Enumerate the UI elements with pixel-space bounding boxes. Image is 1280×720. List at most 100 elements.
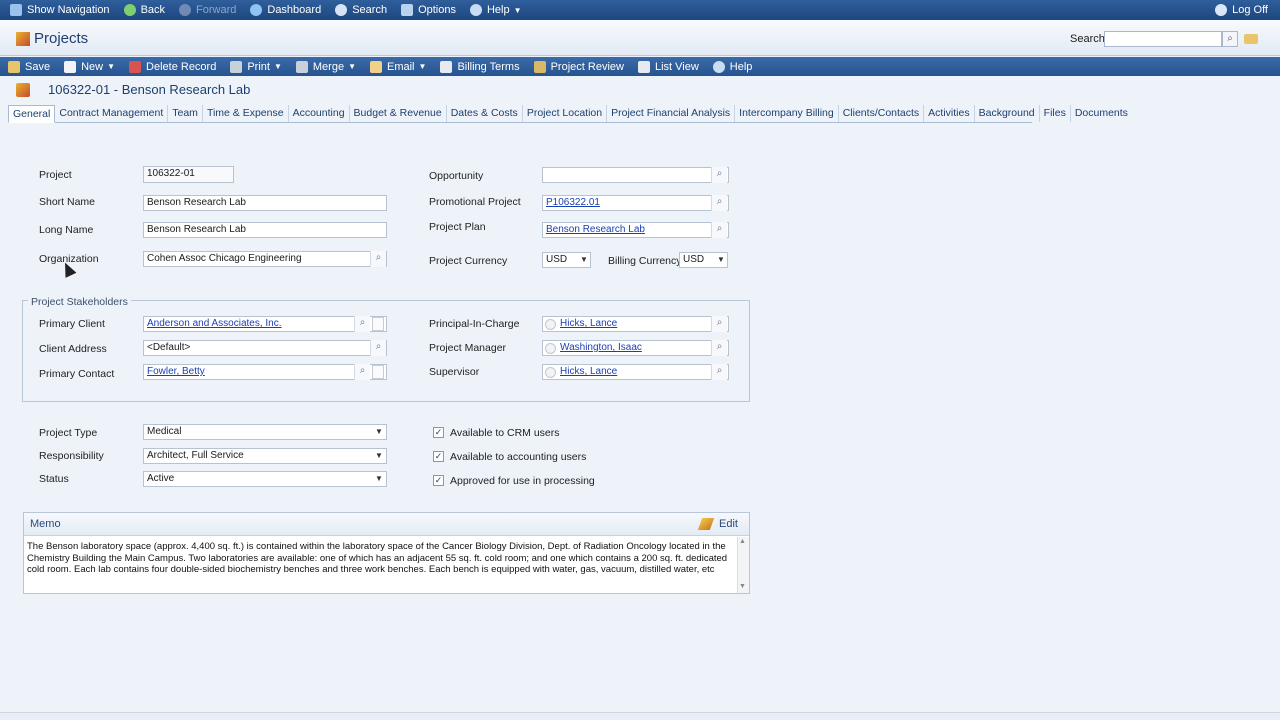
navigation-icon — [10, 4, 22, 16]
list-view-icon — [637, 60, 650, 73]
responsibility-select[interactable]: Architect, Full Service — [143, 448, 387, 464]
crm-users-label: Available to CRM users — [450, 427, 560, 439]
project-review-button[interactable]: Project Review — [533, 60, 624, 73]
document-icon[interactable] — [372, 365, 384, 379]
principal-link[interactable]: Hicks, Lance — [560, 318, 617, 329]
processing-approval-checkbox[interactable]: ✓ — [433, 475, 444, 486]
chevron-down-icon[interactable]: ▼ — [714, 253, 728, 267]
promotional-project-lookup-icon[interactable]: ⌕ — [711, 195, 727, 211]
status-select[interactable]: Active — [143, 471, 387, 487]
pencil-icon[interactable] — [697, 518, 715, 530]
tab-intercompany-billing[interactable]: Intercompany Billing — [735, 105, 839, 122]
project-type-label: Project Type — [39, 427, 98, 439]
forward-button[interactable]: Forward — [179, 4, 236, 16]
principal-lookup-icon[interactable]: ⌕ — [711, 316, 727, 332]
record-header: 106322-01 - Benson Research Lab — [16, 82, 250, 97]
principal-label: Principal-In-Charge — [429, 318, 520, 330]
delete-icon — [129, 60, 142, 73]
supervisor-link[interactable]: Hicks, Lance — [560, 366, 617, 377]
project-manager-lookup-icon[interactable]: ⌕ — [711, 340, 727, 356]
project-type-select[interactable]: Medical — [143, 424, 387, 440]
project-plan-field[interactable]: Benson Research Lab — [542, 222, 729, 238]
chevron-down-icon[interactable]: ▼ — [577, 253, 591, 267]
tab-budget-revenue[interactable]: Budget & Revenue — [350, 105, 447, 122]
help-icon — [712, 60, 725, 73]
save-icon — [8, 60, 20, 73]
primary-contact-link[interactable]: Fowler, Betty — [147, 366, 205, 377]
promotional-project-field[interactable]: P106322.01 — [542, 195, 729, 211]
document-icon[interactable] — [372, 317, 384, 331]
opportunity-field[interactable] — [542, 167, 729, 183]
tab-project-location[interactable]: Project Location — [523, 105, 608, 122]
chevron-down-icon[interactable]: ▼ — [372, 449, 386, 463]
project-currency-label: Project Currency — [429, 255, 508, 267]
project-number-field[interactable]: 106322-01 — [143, 166, 234, 183]
short-name-field[interactable]: Benson Research Lab — [143, 195, 387, 211]
save-button[interactable]: Save — [8, 60, 50, 73]
tab-project-financial-analysis[interactable]: Project Financial Analysis — [607, 105, 736, 122]
tab-dates-costs[interactable]: Dates & Costs — [447, 105, 523, 122]
organization-lookup-icon[interactable]: ⌕ — [370, 251, 386, 267]
primary-contact-lookup-icon[interactable]: ⌕ — [354, 364, 370, 380]
top-navigation-bar: Show Navigation Back Forward Dashboard S… — [0, 0, 1280, 20]
logoff-button[interactable]: Log Off — [1215, 0, 1268, 20]
primary-client-lookup-icon[interactable]: ⌕ — [354, 316, 370, 332]
merge-button[interactable]: Merge ▼ — [295, 60, 356, 73]
project-manager-link[interactable]: Washington, Isaac — [560, 342, 642, 353]
delete-record-button[interactable]: Delete Record — [129, 60, 216, 73]
client-address-field[interactable]: <Default> — [143, 340, 387, 356]
status-indicator-icon — [545, 319, 556, 330]
primary-client-link[interactable]: Anderson and Associates, Inc. — [147, 318, 282, 329]
tab-team[interactable]: Team — [168, 105, 203, 122]
list-view-button[interactable]: List View — [637, 60, 699, 73]
tab-background[interactable]: Background — [975, 105, 1040, 122]
power-icon — [1215, 4, 1228, 16]
toolbar-help-button[interactable]: Help — [712, 60, 752, 73]
tab-documents[interactable]: Documents — [1071, 105, 1132, 122]
help-menu-button[interactable]: Help ▼ — [469, 4, 522, 16]
back-button[interactable]: Back — [123, 4, 165, 16]
search-input[interactable] — [1104, 31, 1222, 47]
tab-clients-contacts[interactable]: Clients/Contacts — [839, 105, 925, 122]
accounting-users-checkbox[interactable]: ✓ — [433, 451, 444, 462]
email-button[interactable]: Email ▼ — [370, 60, 426, 73]
project-plan-lookup-icon[interactable]: ⌕ — [711, 222, 727, 238]
search-icon[interactable]: ⌕ — [1222, 31, 1238, 47]
tab-files[interactable]: Files — [1040, 105, 1071, 122]
tab-contract-management[interactable]: Contract Management — [55, 105, 169, 122]
tab-accounting[interactable]: Accounting — [289, 105, 350, 122]
print-button[interactable]: Print ▼ — [230, 60, 282, 73]
search-nav-button[interactable]: Search — [335, 4, 387, 16]
project-stakeholders-label: Project Stakeholders — [28, 296, 131, 308]
memo-edit-button[interactable]: Edit — [719, 518, 738, 530]
supervisor-field[interactable]: Hicks, Lance — [542, 364, 729, 380]
dashboard-button[interactable]: Dashboard — [250, 4, 321, 16]
show-navigation-button[interactable]: Show Navigation — [10, 4, 110, 16]
opportunity-lookup-icon[interactable]: ⌕ — [711, 167, 727, 183]
primary-client-field[interactable]: Anderson and Associates, Inc. — [143, 316, 387, 332]
billing-terms-button[interactable]: Billing Terms — [440, 60, 520, 73]
organization-field[interactable]: Cohen Assoc Chicago Engineering — [143, 251, 387, 267]
tab-general[interactable]: General — [8, 105, 56, 123]
long-name-field[interactable]: Benson Research Lab — [143, 222, 387, 238]
promotional-project-link[interactable]: P106322.01 — [546, 197, 600, 208]
project-plan-link[interactable]: Benson Research Lab — [546, 224, 645, 235]
chevron-down-icon[interactable]: ▼ — [372, 472, 386, 486]
options-button[interactable]: Options — [401, 4, 456, 16]
primary-contact-field[interactable]: Fowler, Betty — [143, 364, 387, 380]
tab-time-expense[interactable]: Time & Expense — [203, 105, 289, 122]
scroll-up-icon[interactable]: ▲ — [739, 538, 746, 545]
scroll-down-icon[interactable]: ▼ — [739, 583, 746, 590]
client-address-lookup-icon[interactable]: ⌕ — [370, 340, 386, 356]
principal-field[interactable]: Hicks, Lance — [542, 316, 729, 332]
chevron-down-icon[interactable]: ▼ — [372, 425, 386, 439]
new-button[interactable]: New ▼ — [64, 60, 115, 73]
record-tabs: General Contract Management Team Time & … — [8, 105, 1128, 123]
tab-activities[interactable]: Activities — [924, 105, 975, 122]
crm-users-checkbox[interactable]: ✓ — [433, 427, 444, 438]
supervisor-lookup-icon[interactable]: ⌕ — [711, 364, 727, 380]
promotional-project-label: Promotional Project — [429, 196, 521, 208]
memo-scrollbar[interactable]: ▲ ▼ — [737, 537, 749, 593]
folder-icon[interactable] — [1244, 34, 1258, 44]
project-manager-field[interactable]: Washington, Isaac — [542, 340, 729, 356]
